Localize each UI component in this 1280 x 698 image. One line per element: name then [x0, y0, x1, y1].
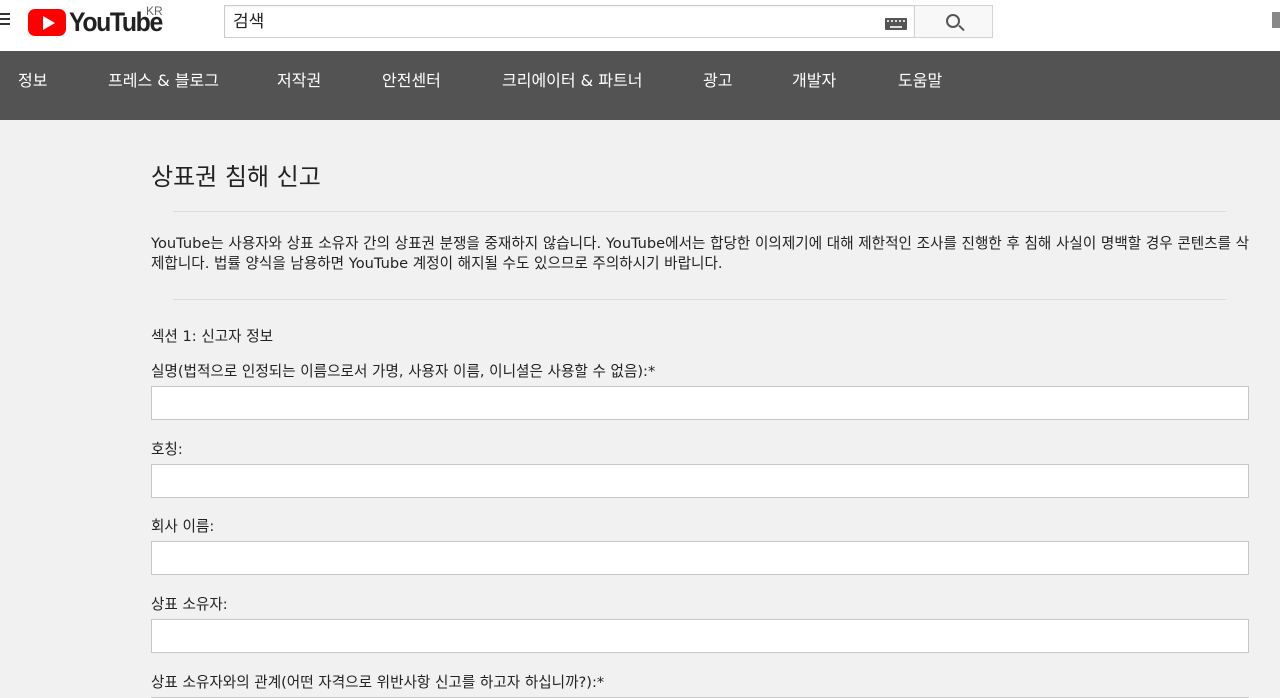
keyboard-icon[interactable] — [885, 18, 907, 30]
nav-item-about[interactable]: 정보 — [18, 51, 47, 120]
trademark-owner-field[interactable] — [151, 619, 1249, 653]
search-button[interactable] — [914, 5, 993, 38]
search-input[interactable] — [233, 6, 873, 37]
divider — [173, 211, 1226, 212]
search-icon — [946, 14, 960, 28]
section-title: 섹션 1: 신고자 정보 — [151, 328, 274, 345]
company-name-label: 회사 이름: — [151, 518, 215, 535]
search-box — [224, 5, 915, 38]
relationship-label: 상표 소유자와의 관계(어떤 자격으로 위반사항 신고를 하고자 하십니까?):… — [151, 674, 605, 691]
nav-item-press-blog[interactable]: 프레스 & 블로그 — [108, 51, 219, 120]
nav-item-safety-center[interactable]: 안전센터 — [382, 51, 441, 120]
nav-item-copyright[interactable]: 저작권 — [277, 51, 321, 120]
menu-icon[interactable] — [0, 13, 11, 29]
company-name-field[interactable] — [151, 541, 1249, 575]
nav-item-advertising[interactable]: 광고 — [703, 51, 732, 120]
nav-item-developers[interactable]: 개발자 — [792, 51, 836, 120]
nav-item-help[interactable]: 도움말 — [898, 51, 942, 120]
apps-icon[interactable] — [1272, 12, 1280, 28]
country-code: KR — [146, 4, 163, 18]
title-field[interactable] — [151, 464, 1249, 498]
intro-text: YouTube는 사용자와 상표 소유자 간의 상표권 분쟁을 중재하지 않습니… — [151, 235, 1250, 272]
divider — [173, 299, 1226, 300]
masthead: YouTube KR — [0, 0, 1280, 51]
nav-item-creators-partners[interactable]: 크리에이터 & 파트너 — [502, 51, 642, 120]
real-name-field[interactable] — [151, 386, 1249, 420]
page-title: 상표권 침해 신고 — [151, 163, 321, 191]
trademark-owner-label: 상표 소유자: — [151, 596, 228, 613]
play-icon — [28, 8, 66, 36]
real-name-label: 실명(법적으로 인정되는 이름으로서 가명, 사용자 이름, 이니셜은 사용할 … — [151, 363, 656, 380]
top-navigation: 정보 프레스 & 블로그 저작권 안전센터 크리에이터 & 파트너 광고 개발자… — [0, 51, 1280, 120]
title-label: 호칭: — [151, 441, 183, 458]
